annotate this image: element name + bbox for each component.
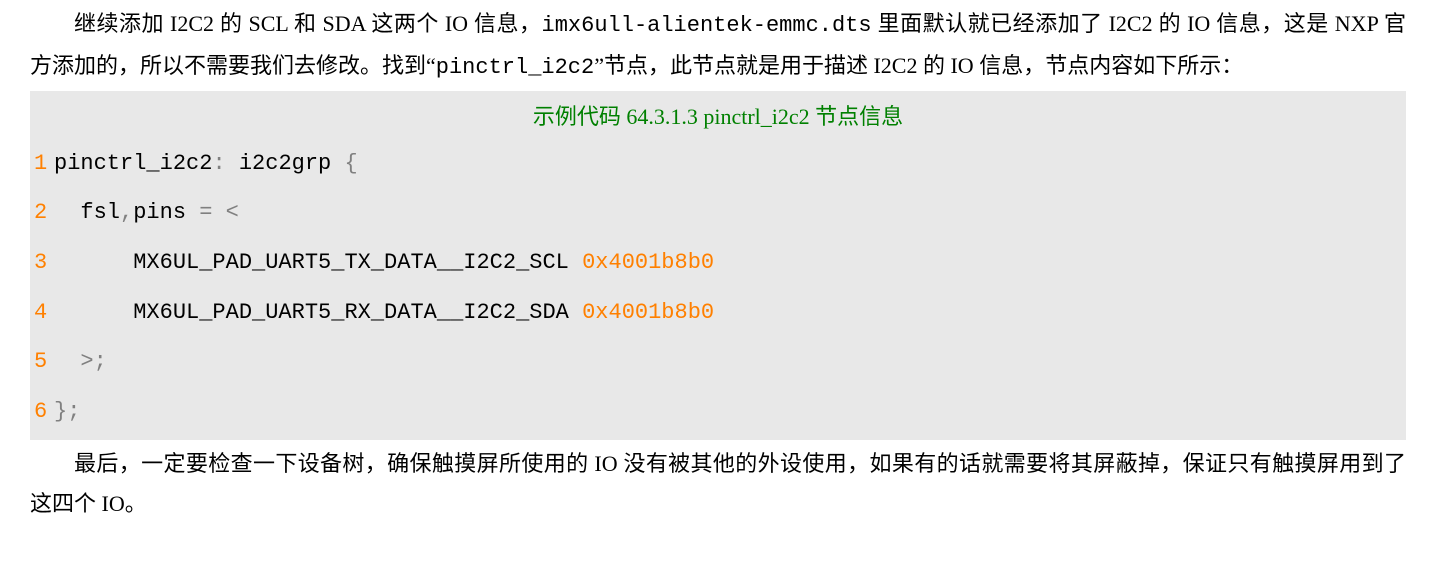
code-line-3: 3 MX6UL_PAD_UART5_TX_DATA__I2C2_SCL 0x40… [30,238,1406,288]
para1-end: 节点，此节点就是用于描述 I2C2 的 IO 信息，节点内容如下所示： [604,53,1243,78]
code-line-4: 4 MX6UL_PAD_UART5_RX_DATA__I2C2_SDA 0x40… [30,288,1406,338]
code-content: pinctrl_i2c2: i2c2grp { [54,144,358,184]
line-num: 4 [30,293,54,333]
line-num: 6 [30,392,54,432]
para1-mono1: imx6ull-alientek-emmc.dts [542,13,872,38]
code-content: MX6UL_PAD_UART5_RX_DATA__I2C2_SDA 0x4001… [54,293,714,333]
paragraph-1: 继续添加 I2C2 的 SCL 和 SDA 这两个 IO 信息，imx6ull-… [30,4,1406,87]
line-num: 1 [30,144,54,184]
code-content: >; [54,342,107,382]
line-num: 3 [30,243,54,283]
code-line-2: 2 fsl,pins = < [30,188,1406,238]
code-line-5: 5 >; [30,337,1406,387]
line-num: 2 [30,193,54,233]
code-line-6: 6 }; [30,387,1406,437]
quote-close: ” [594,53,604,78]
code-content: }; [54,392,80,432]
line-num: 5 [30,342,54,382]
quote-open: “ [426,53,436,78]
para1-mono2: pinctrl_i2c2 [436,55,594,80]
code-block: 示例代码 64.3.1.3 pinctrl_i2c2 节点信息 1 pinctr… [30,91,1406,440]
code-content: MX6UL_PAD_UART5_TX_DATA__I2C2_SCL 0x4001… [54,243,714,283]
paragraph-2: 最后，一定要检查一下设备树，确保触摸屏所使用的 IO 没有被其他的外设使用，如果… [30,444,1406,523]
code-title: 示例代码 64.3.1.3 pinctrl_i2c2 节点信息 [30,95,1406,139]
code-line-1: 1 pinctrl_i2c2: i2c2grp { [30,139,1406,189]
code-content: fsl,pins = < [54,193,239,233]
para1-prefix: 继续添加 I2C2 的 SCL 和 SDA 这两个 IO 信息， [74,11,542,36]
